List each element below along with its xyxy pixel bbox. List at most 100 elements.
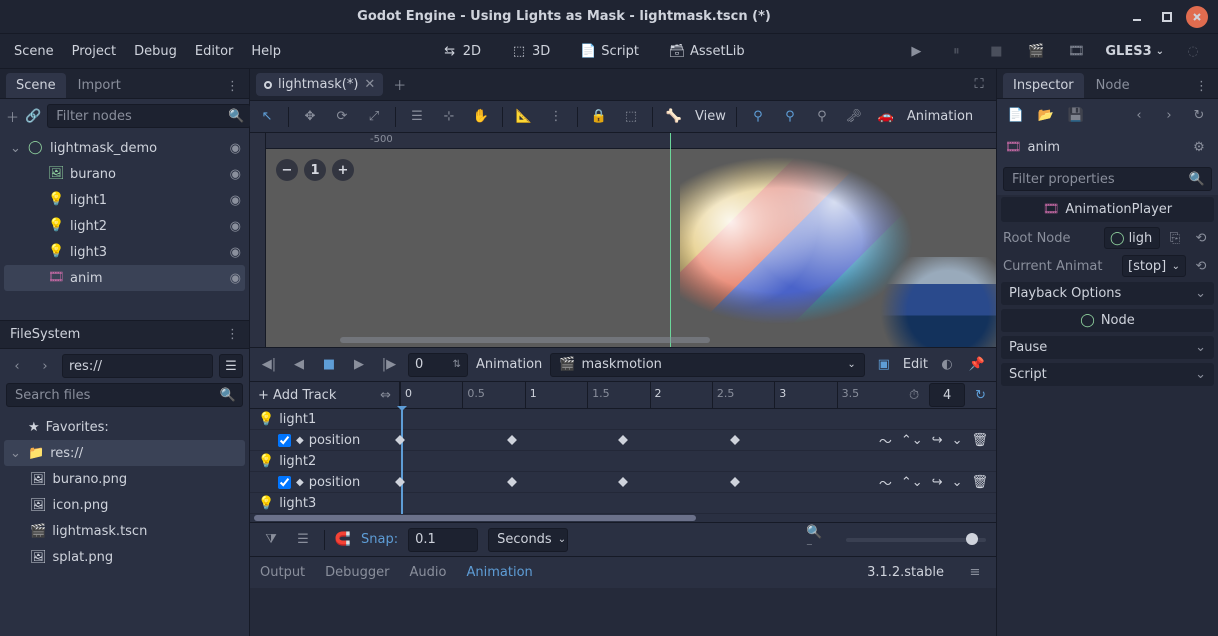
group-tracks-button[interactable]: ☰ <box>292 529 314 551</box>
rotate-tool-button[interactable]: ⟳ <box>331 106 353 128</box>
scene-node-light1[interactable]: 💡light1◉ <box>4 187 245 213</box>
lock-button[interactable]: 🔒 <box>588 106 610 128</box>
load-resource-button[interactable]: 📂 <box>1035 104 1057 126</box>
window-close-button[interactable] <box>1186 6 1208 28</box>
scene-node-lightmask_demo[interactable]: ⌄◯lightmask_demo◉ <box>4 135 245 161</box>
pause-button[interactable]: ⏸ <box>945 40 967 62</box>
snap-options-button[interactable]: ⋮ <box>545 106 567 128</box>
scene-node-light2[interactable]: 💡light2◉ <box>4 213 245 239</box>
fs-path[interactable]: res:// <box>69 359 102 374</box>
anim-play-rev-end-button[interactable]: ◀| <box>258 354 280 376</box>
animation-menu[interactable]: Animation <box>476 357 542 372</box>
timeline-zoom-slider[interactable] <box>846 538 986 542</box>
move-tool-button[interactable]: ✥ <box>299 106 321 128</box>
bone-button[interactable]: 🦴 <box>663 106 685 128</box>
status-output[interactable]: Output <box>260 565 305 580</box>
key-insert-button[interactable]: 🗝 <box>843 106 865 128</box>
wrap-mode-icon[interactable]: ↪ <box>932 433 943 448</box>
viewport-scrollbar[interactable] <box>340 337 710 343</box>
chevron-down-icon[interactable]: ⌄ <box>10 141 22 156</box>
pivot-button[interactable]: ⊹ <box>438 106 460 128</box>
track-enable-checkbox[interactable] <box>278 434 291 447</box>
play-custom-button[interactable]: 🎞 <box>1065 40 1087 62</box>
prop-current-anim-value[interactable]: [stop]⌄ <box>1122 255 1186 277</box>
list-select-button[interactable]: ☰ <box>406 106 428 128</box>
key-rot-button[interactable]: ⚲ <box>779 106 801 128</box>
view-menu[interactable]: View <box>695 109 726 124</box>
new-resource-button[interactable]: 📄 <box>1005 104 1027 126</box>
tab-node[interactable]: Node <box>1086 73 1140 98</box>
track-node-light1[interactable]: 💡light1 <box>250 409 996 430</box>
keyframe[interactable] <box>507 477 517 487</box>
fs-search-input[interactable] <box>13 387 220 404</box>
fs-file-icon-png[interactable]: 🖼icon.png <box>4 492 245 518</box>
keyframe[interactable] <box>618 435 628 445</box>
filter-tracks-button[interactable]: ⧩ <box>260 529 282 551</box>
zoom-out-button[interactable]: − <box>276 159 298 181</box>
visibility-icon[interactable]: ◉ <box>230 167 241 182</box>
select-tool-button[interactable]: ↖ <box>256 106 278 128</box>
dock-options-icon[interactable]: ⋮ <box>222 75 243 98</box>
delete-track-button[interactable]: 🗑 <box>971 475 988 490</box>
renderer-dropdown[interactable]: GLES3 ⌄ <box>1105 44 1164 59</box>
status-debugger[interactable]: Debugger <box>325 565 389 580</box>
onion-skin-button[interactable]: ◐ <box>936 354 958 376</box>
inspector-node-header[interactable]: ◯Node <box>1001 309 1214 332</box>
menu-help[interactable]: Help <box>251 44 281 59</box>
tab-inspector[interactable]: Inspector <box>1003 73 1084 98</box>
key-scl-button[interactable]: ⚲ <box>811 106 833 128</box>
section-pause[interactable]: Pause <box>1001 336 1214 359</box>
keyframe[interactable] <box>618 477 628 487</box>
timer-icon[interactable]: ⏱ <box>909 388 919 403</box>
track-node-light2[interactable]: 💡light2 <box>250 451 996 472</box>
close-tab-button[interactable]: ✕ <box>364 77 375 92</box>
status-animation[interactable]: Animation <box>466 565 532 580</box>
history-prev-button[interactable]: ‹ <box>1128 104 1150 126</box>
inspector-class-header[interactable]: 🎞 AnimationPlayer <box>1001 197 1214 222</box>
scene-node-light3[interactable]: 💡light3◉ <box>4 239 245 265</box>
mode-3d-button[interactable]: ⬚ 3D <box>505 40 556 62</box>
fs-file-lightmask-tscn[interactable]: 🎬lightmask.tscn <box>4 518 245 544</box>
keyframe[interactable] <box>730 435 740 445</box>
new-tab-button[interactable]: ＋ <box>389 71 410 98</box>
track-enable-checkbox[interactable] <box>278 476 291 489</box>
viewport-2d[interactable]: -500 − 1 + <box>250 133 996 347</box>
autoplay-button[interactable]: ▣ <box>873 354 895 376</box>
viewport-anim-menu[interactable]: Animation <box>907 109 973 124</box>
fs-view-toggle[interactable]: ☰ <box>219 354 243 378</box>
snap-value[interactable]: 0.1 <box>415 532 436 547</box>
interp-mode-icon[interactable]: ⌃⌄ <box>901 475 923 490</box>
history-button[interactable]: ↻ <box>1188 104 1210 126</box>
track-prop-light1-position[interactable]: ◆position〜⌃⌄↪⌄🗑 <box>250 430 996 451</box>
ruler-tool-button[interactable]: 📐 <box>513 106 535 128</box>
fs-root[interactable]: ⌄📁res:// <box>4 440 245 466</box>
save-resource-button[interactable]: 💾 <box>1065 104 1087 126</box>
anim-edit-menu[interactable]: Edit <box>903 357 928 372</box>
visibility-icon[interactable]: ◉ <box>230 245 241 260</box>
menu-project[interactable]: Project <box>72 44 116 59</box>
dock-options-icon[interactable]: ⋮ <box>226 327 239 342</box>
status-audio[interactable]: Audio <box>410 565 447 580</box>
loop-mode-icon[interactable]: ⌄ <box>952 475 963 490</box>
menu-editor[interactable]: Editor <box>195 44 233 59</box>
add-track-button[interactable]: + Add Track ⇔ <box>250 382 400 408</box>
instance-button[interactable]: 🔗 <box>25 105 41 127</box>
zoom-reset-button[interactable]: 1 <box>304 159 326 181</box>
toggle-bottom-panel-button[interactable]: ≡ <box>964 562 986 584</box>
zoom-in-button[interactable]: + <box>332 159 354 181</box>
key-auto-button[interactable]: 🚗 <box>875 106 897 128</box>
inspector-filter-input[interactable] <box>1010 171 1189 188</box>
nav-back-button[interactable]: ‹ <box>6 355 28 377</box>
keyframe[interactable] <box>730 477 740 487</box>
add-node-button[interactable]: ＋ <box>6 105 19 127</box>
visibility-icon[interactable]: ◉ <box>230 193 241 208</box>
object-settings-button[interactable]: ⚙ <box>1188 136 1210 158</box>
distraction-free-button[interactable]: ⛶ <box>968 74 990 96</box>
tab-import[interactable]: Import <box>68 73 131 98</box>
play-scene-button[interactable]: 🎬 <box>1025 40 1047 62</box>
anim-play-end-button[interactable]: |▶ <box>378 354 400 376</box>
anim-length-value[interactable]: 4 <box>943 388 951 403</box>
visibility-icon[interactable]: ◉ <box>230 219 241 234</box>
pin-button[interactable]: 📌 <box>966 354 988 376</box>
play-button[interactable]: ▶ <box>905 40 927 62</box>
